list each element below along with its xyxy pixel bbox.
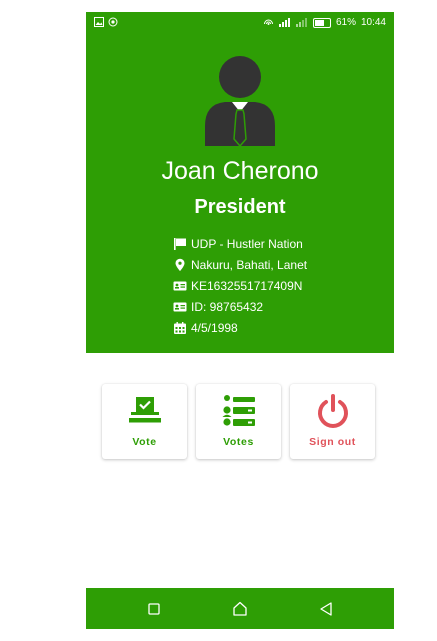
signal-icon [278,18,290,27]
vote-label: Vote [132,436,157,448]
status-bar: 61% 10:44 [86,12,394,34]
sign-out-button[interactable]: Sign out [290,384,375,459]
candidate-name: Joan Cherono [161,157,319,185]
recents-square-icon[interactable] [144,599,164,619]
system-nav-bar [86,588,394,629]
battery-level: 61% [335,17,356,28]
calendar-icon [174,322,186,335]
detail-birthdate: 4/5/1998 [173,318,307,339]
votes-button[interactable]: Votes [196,384,281,459]
profile-header: 61% 10:44 Joan Cherono President UDP - H… [86,12,394,353]
power-icon [317,394,348,428]
home-icon[interactable] [230,599,250,619]
id-card-icon [173,302,187,312]
app-screen: 61% 10:44 Joan Cherono President UDP - H… [86,12,394,630]
candidate-role: President [194,196,286,218]
location-pin-icon [175,258,185,271]
clock: 10:44 [360,17,386,28]
list-icon [222,395,255,426]
battery-icon [312,17,331,28]
id-card-icon [173,281,187,291]
flag-icon [174,237,186,250]
ballot-box-icon [128,397,161,423]
hotspot-icon [263,19,273,25]
votes-label: Votes [223,436,254,448]
candidate-details: UDP - Hustler Nation Nakuru, Bahati, Lan… [173,233,307,339]
detail-voter-number: KE1632551717409N [173,275,307,296]
detail-location: Nakuru, Bahati, Lanet [173,254,307,275]
image-icon [94,17,104,27]
circle-icon [108,17,118,27]
detail-party: UDP - Hustler Nation [173,233,307,254]
person-tie-icon [205,56,275,146]
vote-button[interactable]: Vote [102,384,187,459]
back-triangle-icon[interactable] [316,599,336,619]
action-cards: Vote Votes Sign out [102,384,375,459]
detail-national-id: ID: 98765432 [173,297,307,318]
sign-out-label: Sign out [309,436,356,448]
signal-weak-icon [295,18,307,27]
